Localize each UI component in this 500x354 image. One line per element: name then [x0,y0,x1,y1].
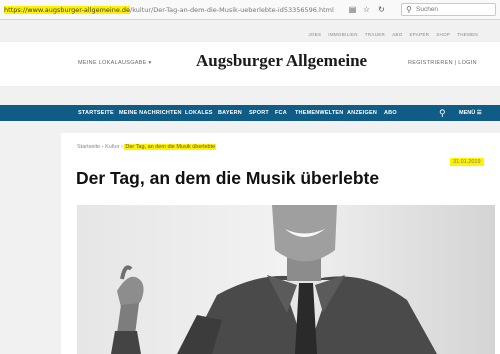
nav-item-meine-nachrichten[interactable]: MEINE NACHRICHTEN [119,105,182,121]
nav-item-sport[interactable]: SPORT [249,105,269,121]
service-link[interactable]: ABO [392,32,402,37]
browser-toolbar: https://www.augsburger-allgemeine.de/kul… [0,0,500,20]
breadcrumb-item[interactable]: Kultur [105,144,119,150]
service-link[interactable]: THEMEN [457,32,478,37]
service-link[interactable]: TRAUER [365,32,385,37]
nav-item-fca[interactable]: FCA [275,105,287,121]
service-links: JOBS IMMOBILIEN TRAUER ABO EPAPER SHOP THEMEN [301,32,478,37]
bookmark-star-icon[interactable]: ☆ [361,4,372,15]
lokalausgabe-label: MEINE LOKALAUSGABE [78,60,147,66]
menu-label: MENÜ [459,110,476,116]
url-path: /kultur/Der-Tag-an-dem-die-Musik-ueberle… [130,6,334,14]
main-navigation: STARTSEITE MEINE NACHRICHTEN LOKALES BAY… [0,105,500,121]
reload-icon[interactable]: ↻ [376,4,387,15]
singer-portrait-image [77,205,495,354]
service-link[interactable]: JOBS [308,32,321,37]
register-link[interactable]: REGISTRIEREN [408,60,453,66]
menu-button[interactable]: MENÜ ☰ [459,105,482,121]
nav-item-themenwelten[interactable]: THEMENWELTEN [295,105,343,121]
article-title: Der Tag, an dem die Musik überlebte [76,168,380,188]
login-link[interactable]: LOGIN [458,60,477,66]
site-logo[interactable]: Augsburger Allgemeine [196,51,367,71]
browser-search-box[interactable]: ⚲ [401,3,496,16]
search-icon: ⚲ [406,5,412,14]
service-link[interactable]: SHOP [436,32,450,37]
address-bar[interactable]: https://www.augsburger-allgemeine.de/kul… [4,4,336,16]
url-domain: https://www.augsburger-allgemeine.de [4,6,131,14]
chevron-down-icon: ▾ [146,60,152,66]
nav-item-bayern[interactable]: BAYERN [218,105,242,121]
search-icon[interactable]: ⚲ [439,108,446,119]
nav-item-anzeigen[interactable]: ANZEIGEN [347,105,377,121]
nav-item-lokales[interactable]: LOKALES [185,105,213,121]
article: Startseite › Kultur › Der Tag, an dem di… [61,133,500,354]
nav-item-startseite[interactable]: STARTSEITE [78,105,114,121]
breadcrumb: Startseite › Kultur › Der Tag, an dem di… [77,144,217,150]
service-link[interactable]: IMMOBILIEN [328,32,358,37]
breadcrumb-current: Der Tag, an dem die Musik überlebte [124,144,217,150]
reader-view-icon[interactable]: ▤ [347,4,358,15]
page: JOBS IMMOBILIEN TRAUER ABO EPAPER SHOP THEMEN … [0,20,500,354]
article-photo[interactable] [77,205,495,354]
account-links: REGISTRIEREN | LOGIN [408,60,477,66]
search-input[interactable] [416,4,494,15]
breadcrumb-item[interactable]: Startseite [77,144,100,150]
lokalausgabe-dropdown[interactable]: MEINE LOKALAUSGABE ▾ [78,60,152,66]
nav-item-abo[interactable]: ABO [384,105,397,121]
hamburger-icon: ☰ [476,110,482,116]
service-link[interactable]: EPAPER [410,32,430,37]
article-date: 31.01.2019 [450,158,484,166]
